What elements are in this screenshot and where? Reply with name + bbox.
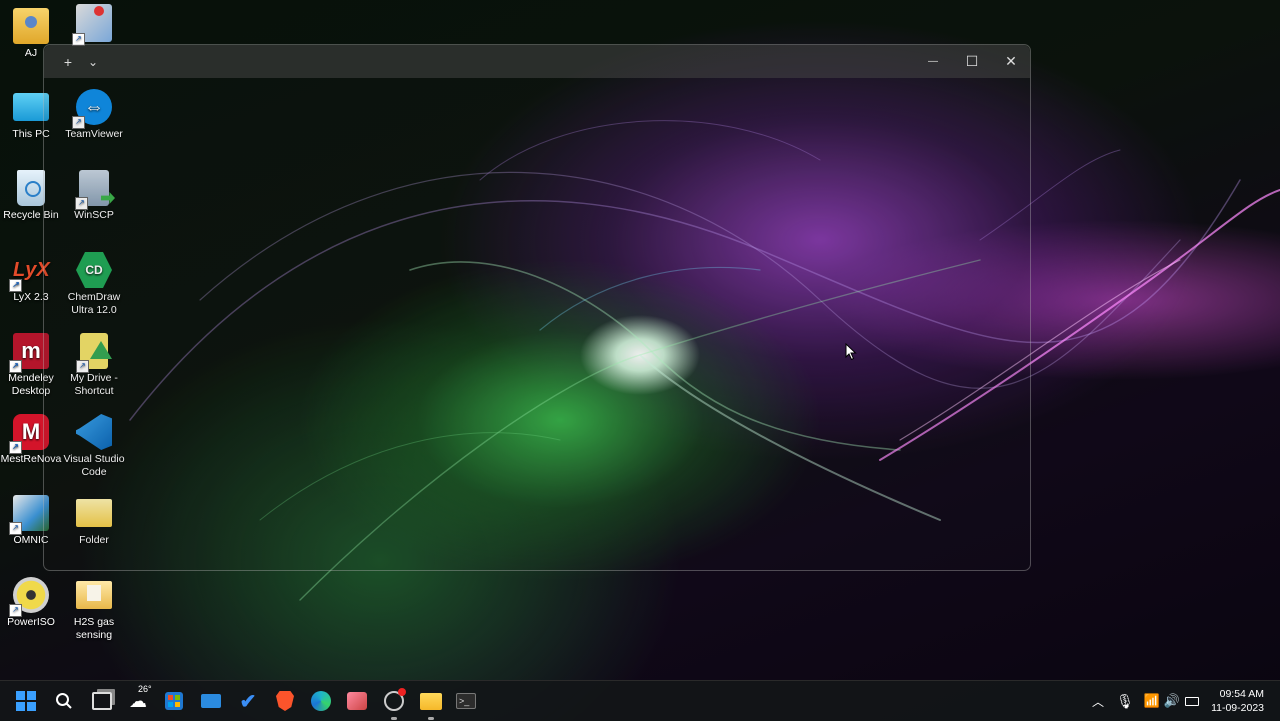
window-content[interactable] (44, 78, 1030, 570)
desktop-icon-installer[interactable]: ↗ (63, 4, 125, 46)
desktop-icon-poweriso[interactable]: ↗ PowerISO (0, 577, 62, 629)
file-explorer-button[interactable] (417, 687, 445, 720)
chevron-down-icon: ⌄ (87, 54, 99, 69)
task-view-button[interactable] (88, 687, 116, 715)
battery-icon (1185, 696, 1199, 706)
desktop-icon-label: H2S gas sensing (73, 616, 115, 641)
search-icon (56, 693, 72, 709)
microphone-icon: 🎙 (1116, 692, 1134, 709)
terminal-icon: >_ (456, 693, 476, 709)
poweriso-icon: ↗ (9, 577, 49, 617)
close-icon: ✕ (1005, 53, 1017, 69)
tab-dropdown-button[interactable]: ⌄ (74, 45, 112, 78)
installer-icon: ↗ (72, 4, 112, 46)
windows-logo-icon (16, 691, 36, 711)
search-button[interactable] (50, 687, 78, 715)
todo-button[interactable]: ✔ (234, 687, 262, 715)
plus-icon: + (63, 53, 73, 70)
close-button[interactable]: ✕ (992, 45, 1030, 78)
clock-date: 11-09-2023 (1211, 702, 1264, 714)
weather-temp: 26° (138, 684, 152, 694)
taskbar: ☁ 26° ✔ >_ ︿ 🎙 📶 🔊 09:54 AM 11-09-2023 (0, 680, 1280, 721)
microphone-button[interactable]: 🎙 (1111, 687, 1139, 715)
terminal-window: + ⌄ — ☐ ✕ (43, 44, 1031, 571)
folder-icon (420, 692, 442, 710)
edge-button[interactable] (307, 687, 335, 715)
user-folder-icon (13, 8, 49, 44)
desktop-icon-label: AJ (24, 47, 38, 59)
mail-button[interactable] (197, 687, 225, 715)
mail-icon (201, 694, 221, 708)
start-button[interactable] (12, 687, 40, 715)
desktop-icon-label: PowerISO (7, 616, 55, 628)
minimize-icon: — (928, 56, 938, 67)
weather-widget[interactable]: ☁ 26° (124, 684, 152, 715)
brave-button[interactable] (271, 687, 299, 715)
maximize-icon: ☐ (965, 53, 979, 69)
chrome-icon (384, 688, 406, 711)
folder-icon (76, 581, 112, 609)
mouse-cursor-icon (845, 343, 857, 361)
store-icon (165, 692, 183, 710)
checkmark-icon: ✔ (239, 690, 257, 713)
brave-icon (276, 691, 294, 711)
clock[interactable]: 09:54 AM 11-09-2023 (1211, 687, 1264, 715)
desktop-icon-h2s[interactable]: H2S gas sensing (63, 577, 125, 642)
photos-button[interactable] (343, 687, 371, 715)
battery-button[interactable] (1178, 687, 1206, 715)
terminal-button[interactable]: >_ (452, 687, 480, 715)
edge-icon (311, 691, 331, 711)
store-button[interactable] (160, 687, 188, 715)
chevron-up-icon: ︿ (1091, 694, 1104, 709)
maximize-button[interactable]: ☐ (953, 45, 991, 78)
window-titlebar[interactable]: + ⌄ — ☐ ✕ (44, 45, 1030, 78)
recycle-bin-icon (17, 170, 45, 206)
photos-icon (347, 692, 367, 710)
show-hidden-icons-button[interactable]: ︿ (1084, 687, 1112, 715)
task-view-icon (92, 692, 112, 710)
minimize-button[interactable]: — (914, 45, 952, 78)
chrome-button[interactable] (380, 687, 408, 720)
clock-time: 09:54 AM (1219, 688, 1264, 700)
